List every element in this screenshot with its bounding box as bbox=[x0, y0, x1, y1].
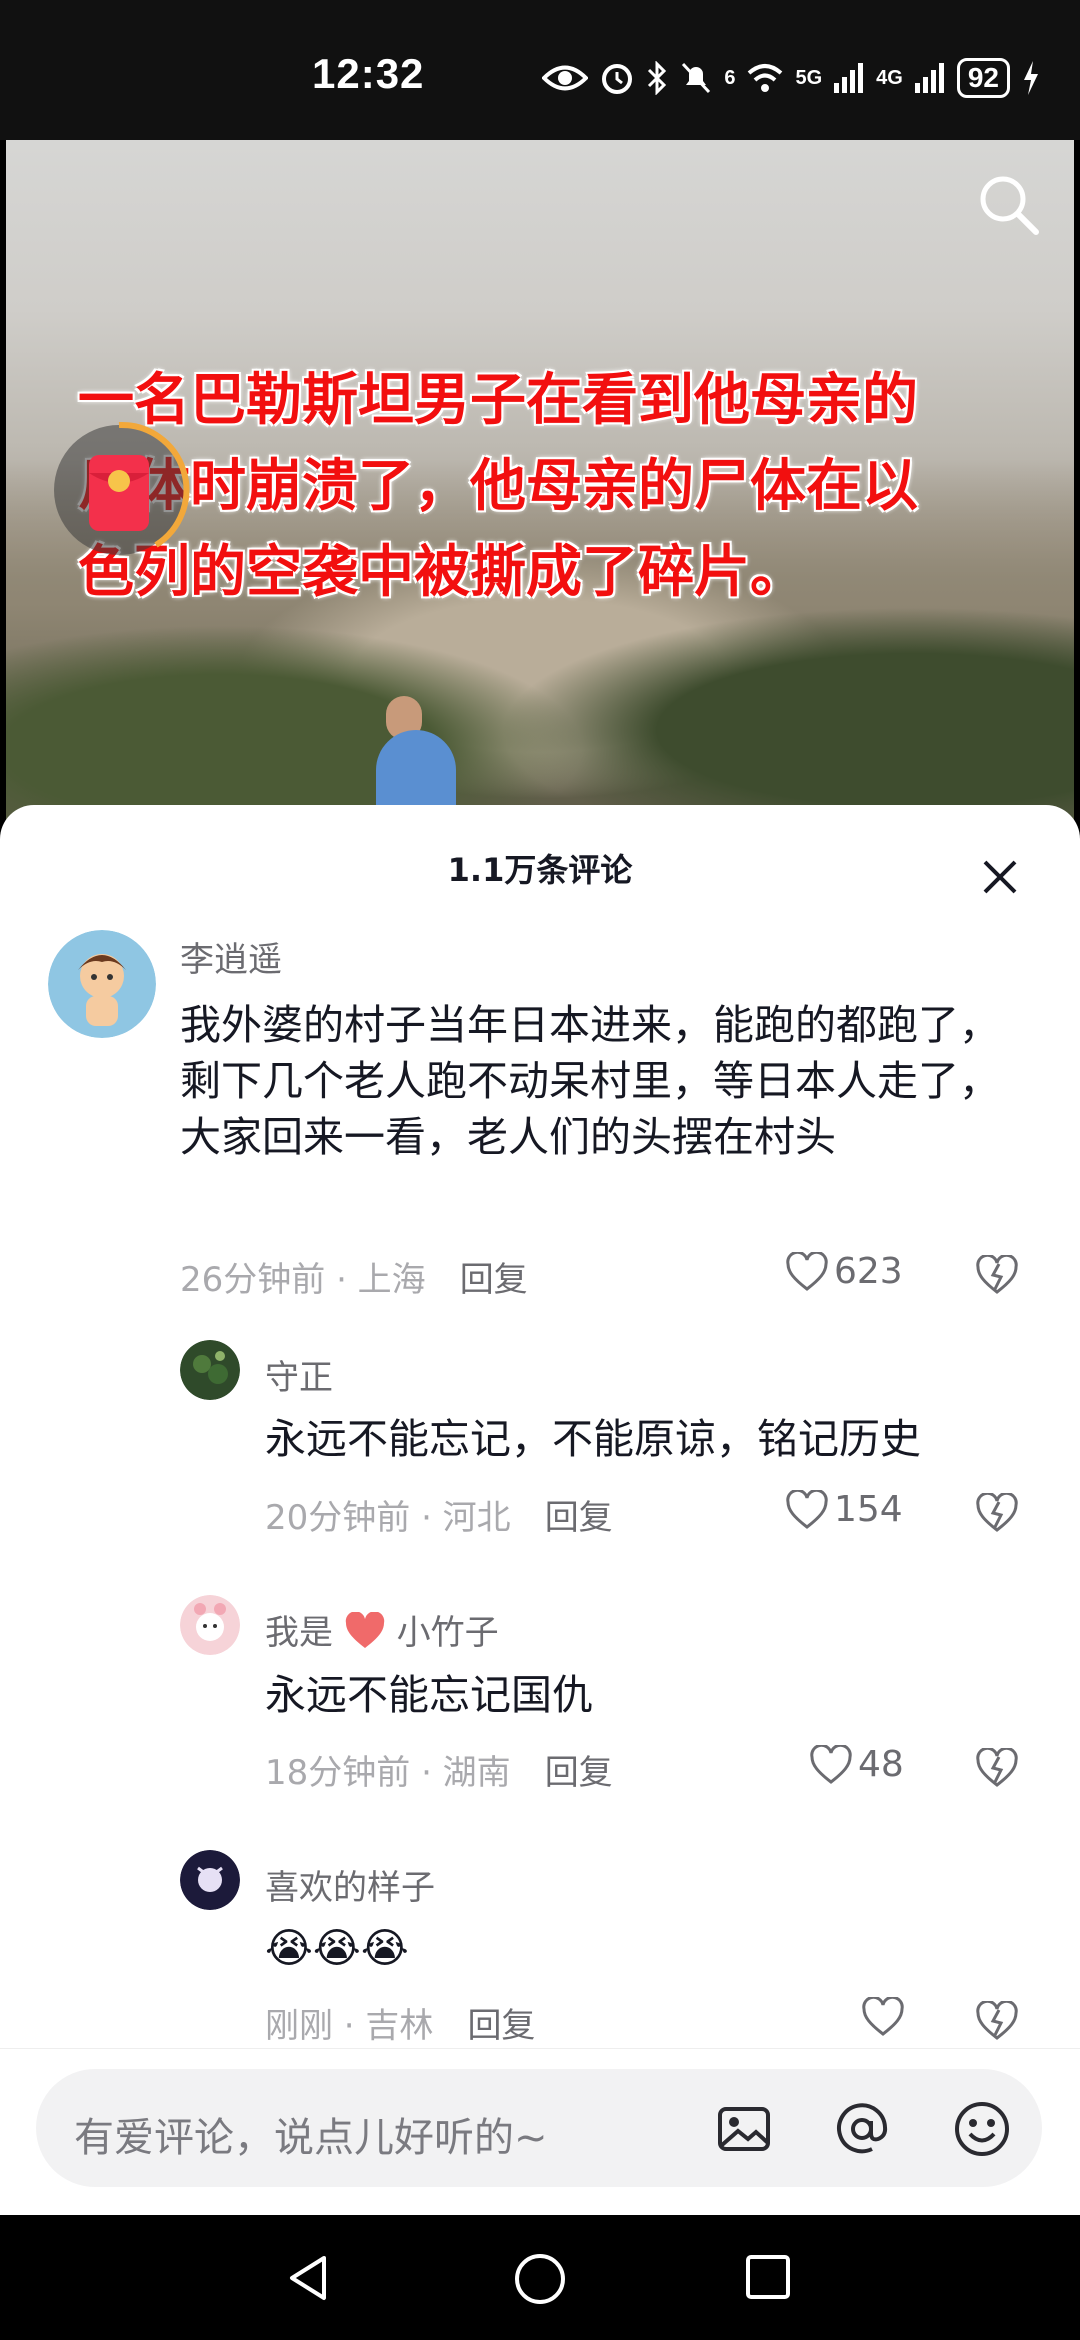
comment-meta: 20分钟前 · 河北 回复 bbox=[265, 1490, 613, 1539]
system-nav-bar bbox=[0, 2215, 1080, 2340]
signal-icon-2 bbox=[914, 63, 944, 93]
like-button[interactable] bbox=[862, 1997, 910, 2037]
like-count: 623 bbox=[834, 1251, 903, 1292]
image-icon[interactable] bbox=[714, 2099, 774, 2159]
home-icon[interactable] bbox=[514, 2253, 566, 2305]
video-player[interactable]: 一名巴勒斯坦男子在看到他母亲的 尸体时崩溃了，他母亲的尸体在以 色列的空袭中被撕… bbox=[6, 140, 1074, 820]
status-bar: 12:32 6 5G 4G 92 bbox=[0, 0, 1080, 140]
heart-icon bbox=[810, 1744, 852, 1784]
comment-count-title: 1.1万条评论 bbox=[447, 851, 633, 889]
caption-line: 一名巴勒斯坦男子在看到他母亲的 bbox=[78, 368, 918, 433]
comment-text: 😭😭😭 bbox=[265, 1924, 409, 1972]
dislike-icon[interactable] bbox=[976, 1255, 1018, 1295]
dislike-icon[interactable] bbox=[976, 2001, 1018, 2041]
caption-line: 尸体时崩溃了，他母亲的尸体在以 bbox=[78, 454, 918, 519]
heart-icon bbox=[862, 1997, 904, 2036]
username-suffix: 小竹子 bbox=[396, 1613, 499, 1653]
heart-icon bbox=[786, 1489, 828, 1529]
comment-sheet: 1.1万条评论 李逍遥 我外婆的村子当年日本进来，能跑的都跑了，剩下几个老人跑不… bbox=[0, 805, 1080, 2215]
comment-time-location: 刚刚 · 吉林 bbox=[265, 2006, 434, 2046]
comment-text: 永远不能忘记国仇 bbox=[265, 1671, 593, 1719]
comment-meta: 刚刚 · 吉林 回复 bbox=[265, 1998, 535, 2047]
comment-time-location: 26分钟前 · 上海 bbox=[180, 1260, 426, 1300]
comment-text: 我外婆的村子当年日本进来，能跑的都跑了，剩下几个老人跑不动呆村里，等日本人走了，… bbox=[180, 1001, 1000, 1161]
avatar[interactable] bbox=[180, 1595, 240, 1655]
avatar[interactable] bbox=[180, 1340, 240, 1400]
red-packet-icon[interactable] bbox=[44, 415, 194, 565]
comment-username[interactable]: 我是 小竹子 bbox=[265, 1605, 499, 1654]
heart-emoji-icon bbox=[345, 1611, 385, 1648]
back-icon[interactable] bbox=[284, 2253, 334, 2303]
wifi-label: 6 bbox=[724, 66, 736, 89]
mention-icon[interactable] bbox=[832, 2099, 892, 2159]
signal-5g-label: 5G bbox=[795, 66, 823, 89]
like-count: 48 bbox=[858, 1744, 904, 1785]
caption-line: 色列的空袭中被撕成了碎片。 bbox=[78, 540, 806, 605]
bluetooth-icon bbox=[648, 61, 667, 95]
wifi-icon bbox=[748, 64, 783, 92]
dislike-icon[interactable] bbox=[976, 1493, 1018, 1533]
heart-icon bbox=[786, 1251, 828, 1291]
comment-username[interactable]: 李逍遥 bbox=[180, 932, 282, 981]
mute-bell-icon bbox=[682, 62, 711, 94]
emoji-icon[interactable] bbox=[952, 2099, 1012, 2159]
reply-button[interactable]: 回复 bbox=[460, 1260, 528, 1300]
charging-icon bbox=[1024, 61, 1038, 95]
alarm-icon bbox=[602, 64, 633, 94]
eye-icon bbox=[542, 65, 589, 91]
comment-input-bar: 有爱评论，说点儿好听的~ bbox=[0, 2048, 1080, 2216]
like-button[interactable]: 154 bbox=[786, 1489, 903, 1530]
recents-icon[interactable] bbox=[744, 2253, 792, 2301]
close-icon[interactable] bbox=[980, 857, 1020, 897]
comment-meta: 18分钟前 · 湖南 回复 bbox=[265, 1745, 613, 1794]
dislike-icon[interactable] bbox=[976, 1748, 1018, 1788]
like-button[interactable]: 623 bbox=[786, 1251, 903, 1292]
reply-button[interactable]: 回复 bbox=[545, 1498, 613, 1538]
comment-username[interactable]: 喜欢的样子 bbox=[265, 1860, 435, 1909]
comment-time-location: 18分钟前 · 湖南 bbox=[265, 1753, 511, 1793]
like-button[interactable]: 48 bbox=[810, 1744, 904, 1785]
reply-button[interactable]: 回复 bbox=[545, 1753, 613, 1793]
status-time: 12:32 bbox=[312, 50, 425, 97]
username-prefix: 我是 bbox=[265, 1613, 333, 1653]
comment-input[interactable]: 有爱评论，说点儿好听的~ bbox=[36, 2069, 1042, 2187]
battery-level: 92 bbox=[956, 58, 1010, 98]
status-icons: 6 5G 4G 92 bbox=[542, 58, 1040, 98]
like-count: 154 bbox=[834, 1489, 903, 1530]
comment-input-placeholder: 有爱评论，说点儿好听的~ bbox=[74, 2115, 548, 2161]
comment-username[interactable]: 守正 bbox=[265, 1350, 333, 1399]
signal-icon bbox=[834, 63, 864, 93]
reply-button[interactable]: 回复 bbox=[467, 2006, 535, 2046]
avatar[interactable] bbox=[48, 930, 156, 1038]
video-caption: 一名巴勒斯坦男子在看到他母亲的 尸体时崩溃了，他母亲的尸体在以 色列的空袭中被撕… bbox=[78, 358, 1038, 616]
avatar[interactable] bbox=[180, 1850, 240, 1910]
comment-meta: 26分钟前 · 上海 回复 bbox=[180, 1252, 528, 1301]
signal-4g-label: 4G bbox=[876, 66, 903, 89]
comment-time-location: 20分钟前 · 河北 bbox=[265, 1498, 511, 1538]
comment-text: 永远不能忘记，不能原谅，铭记历史 bbox=[265, 1415, 921, 1463]
search-icon[interactable] bbox=[974, 170, 1044, 240]
